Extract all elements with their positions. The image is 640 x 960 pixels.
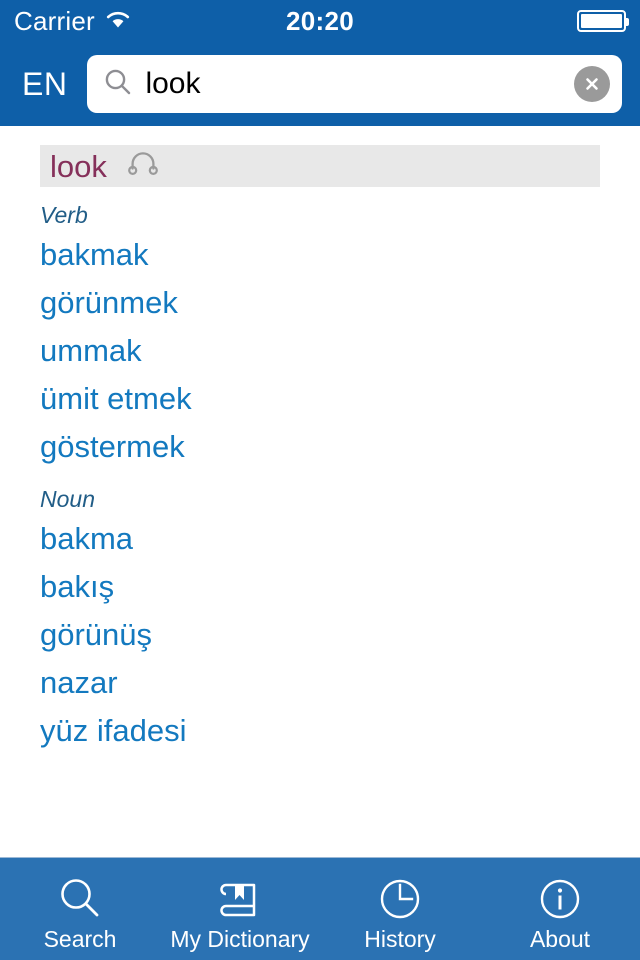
search-icon: [103, 67, 133, 102]
status-bar-right: [577, 10, 629, 32]
translation-sections: Verb bakmak görünmek ummak ümit etmek gö…: [0, 204, 640, 755]
tab-history[interactable]: History: [320, 858, 480, 960]
status-bar: Carrier 20:20: [0, 0, 640, 42]
part-of-speech-label: Noun: [40, 486, 95, 512]
navigation-bar: EN look: [0, 42, 640, 126]
list-item[interactable]: ümit etmek: [40, 375, 600, 423]
tab-about[interactable]: About: [480, 858, 640, 960]
list-item[interactable]: göstermek: [40, 423, 600, 471]
headword-band: look: [40, 145, 600, 187]
search-input[interactable]: look: [145, 69, 562, 99]
clear-search-icon[interactable]: [574, 66, 610, 102]
tab-label: Search: [43, 925, 117, 952]
list-item[interactable]: görünüş: [40, 611, 600, 659]
info-circle-icon: [535, 874, 585, 924]
tab-bar: Search My Dictionary History About: [0, 857, 640, 960]
part-of-speech-label: Verb: [40, 202, 88, 228]
list-item[interactable]: ummak: [40, 327, 600, 375]
carrier-label: Carrier: [14, 5, 95, 36]
battery-icon: [577, 10, 629, 32]
tab-label: History: [364, 925, 436, 952]
wifi-icon: [104, 9, 132, 34]
list-item[interactable]: görünmek: [40, 279, 600, 327]
list-item[interactable]: yüz ifadesi: [40, 707, 600, 755]
results-panel: look Verb bakmak görünmek ummak ümit etm…: [0, 126, 640, 857]
book-bookmark-icon: [215, 874, 265, 924]
tab-label: About: [529, 925, 591, 952]
language-selector-button[interactable]: EN: [14, 66, 75, 103]
list-item[interactable]: bakma: [40, 515, 600, 563]
section-noun: Noun bakma bakış görünüş nazar yüz ifade…: [40, 488, 600, 755]
status-bar-left: Carrier: [14, 6, 132, 37]
tab-my-dictionary[interactable]: My Dictionary: [160, 858, 320, 960]
headphones-icon[interactable]: [127, 151, 159, 181]
section-verb: Verb bakmak görünmek ummak ümit etmek gö…: [40, 204, 600, 471]
list-item[interactable]: nazar: [40, 659, 600, 707]
search-field[interactable]: look: [87, 55, 622, 113]
list-item[interactable]: bakış: [40, 563, 600, 611]
headword-text: look: [50, 148, 107, 184]
clock-icon: [375, 874, 425, 924]
list-item[interactable]: bakmak: [40, 231, 600, 279]
magnifier-icon: [55, 874, 105, 924]
tab-label: My Dictionary: [170, 925, 310, 952]
tab-search[interactable]: Search: [0, 858, 160, 960]
